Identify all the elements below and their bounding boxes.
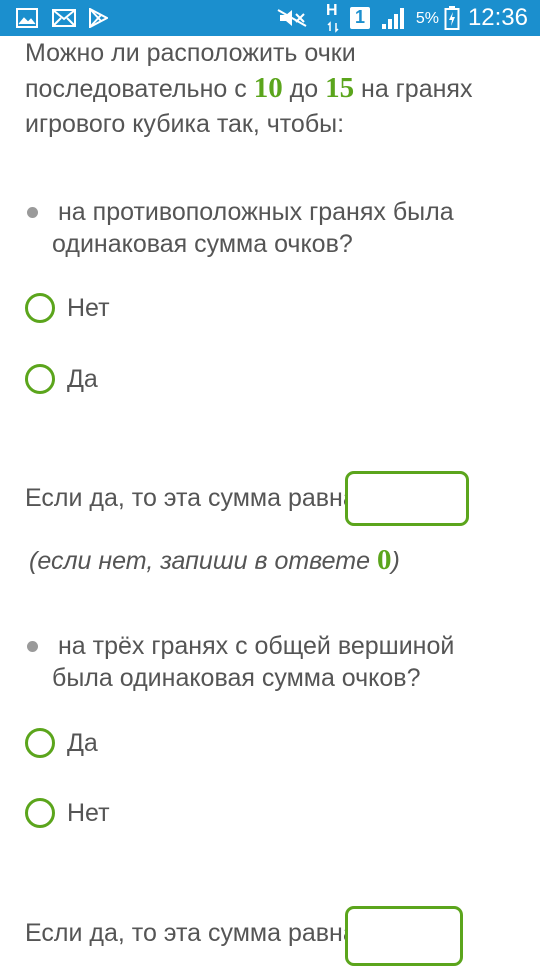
task-content: Можно ли расположить очки последовательн… — [0, 36, 540, 966]
from-number: 10 — [253, 72, 283, 104]
radio-button[interactable] — [25, 364, 55, 394]
hint-close-paren: ) — [391, 547, 400, 575]
radio-label: Нет — [67, 294, 110, 322]
sub-question-2: на трёх гранях с общей вершиной была оди… — [52, 632, 455, 692]
radio-button[interactable] — [25, 728, 55, 758]
radio-option-no[interactable]: Нет — [25, 292, 225, 324]
radio-option-yes[interactable]: Да — [25, 363, 225, 395]
radio-button[interactable] — [25, 798, 55, 828]
battery-percent: 5% — [415, 10, 439, 27]
clock: 12:36 — [467, 4, 528, 31]
bullet-dot — [27, 207, 38, 218]
radio-label: Да — [67, 729, 98, 757]
battery-icon — [444, 5, 460, 36]
sub-question-1: на противоположных гранях была одинакова… — [52, 198, 454, 258]
sim-badge: 1 — [350, 7, 370, 29]
sum-label: Если да, то эта сумма равна — [25, 919, 357, 947]
sum-input-value — [348, 474, 466, 494]
signal-icon — [380, 6, 408, 35]
hint-body: если нет, запиши в ответе — [37, 547, 377, 575]
status-bar: H 1 5% 12:36 — [0, 0, 540, 36]
question-text: Можно ли расположить очки последовательн… — [25, 36, 525, 142]
radio-option-yes[interactable]: Да — [25, 727, 225, 759]
hint-text: (если нет, запиши в ответе 0) — [29, 544, 400, 577]
question-intro-2: до — [282, 75, 326, 103]
gallery-icon — [16, 8, 38, 33]
hint-number: 0 — [376, 544, 392, 576]
sum-input-value — [348, 909, 460, 929]
sum-input[interactable] — [345, 471, 469, 526]
play-store-icon — [88, 7, 110, 33]
data-type-indicator: H — [326, 2, 338, 19]
bullet-dot — [27, 641, 38, 652]
radio-label: Да — [67, 365, 98, 393]
sum-input[interactable] — [345, 906, 463, 966]
radio-option-no[interactable]: Нет — [25, 797, 225, 829]
mail-icon — [52, 9, 76, 32]
sum-label: Если да, то эта сумма равна — [25, 484, 357, 512]
to-number: 15 — [325, 72, 355, 104]
radio-button[interactable] — [25, 293, 55, 323]
sim-number: 1 — [355, 7, 366, 27]
mute-icon — [276, 8, 308, 33]
radio-label: Нет — [67, 799, 110, 827]
